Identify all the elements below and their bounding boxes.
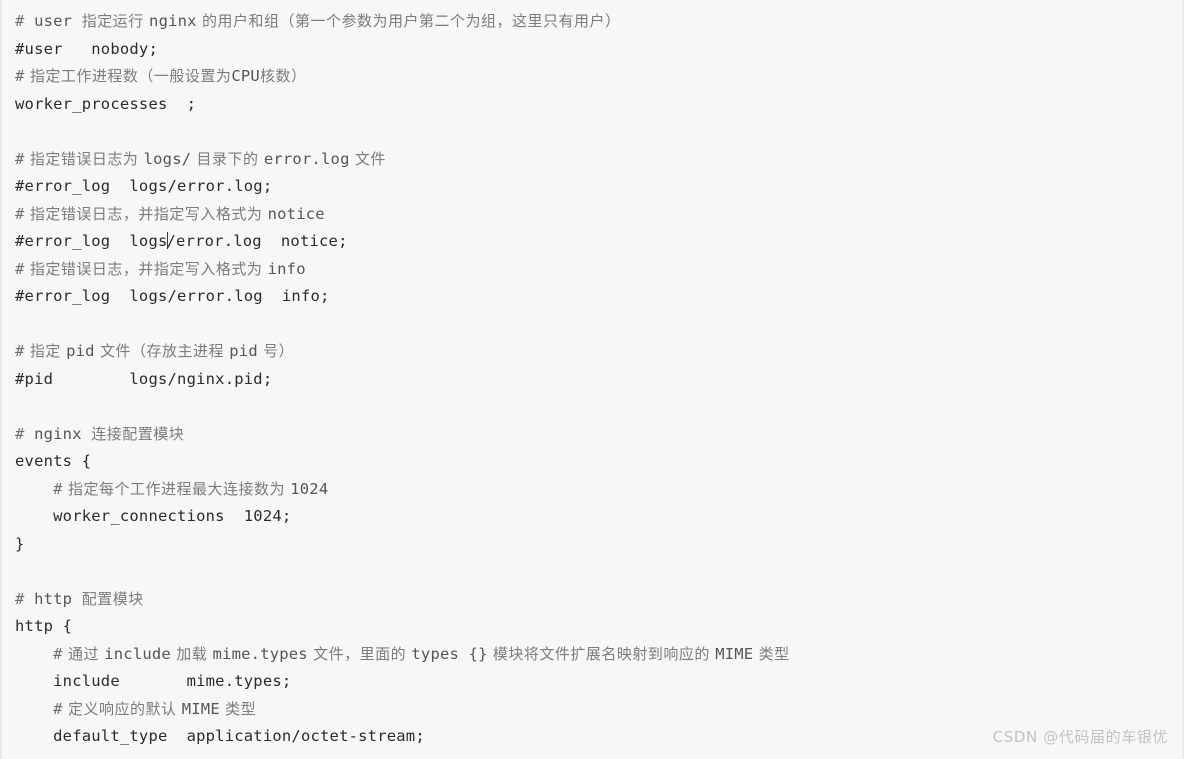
- comment-text: 号）: [257, 342, 295, 360]
- comment-hash: #: [15, 589, 25, 608]
- code-line: #error_log logs/error.log;: [15, 173, 1182, 201]
- code-text: }: [15, 534, 25, 553]
- code-text: worker_processes ;: [15, 94, 197, 113]
- code-text: notice: [267, 204, 325, 223]
- code-text: #error_log logs/error.log notice;: [15, 232, 348, 250]
- comment-text: 通过: [62, 644, 105, 663]
- code-line: # 指定错误日志为 logs/ 目录下的 error.log 文件: [15, 146, 1182, 174]
- code-text: http {: [15, 617, 73, 635]
- comment-text: 指定: [24, 342, 67, 360]
- code-content[interactable]: # user 指定运行 nginx 的用户和组（第一个参数为用户第二个为组，这里…: [2, 0, 1182, 751]
- comment-hash: #: [15, 67, 25, 85]
- code-text: #user nobody;: [15, 39, 158, 58]
- comment-hash: #: [15, 424, 25, 443]
- comment-text: 指定错误日志为: [24, 149, 144, 168]
- watermark: CSDN @代码届的车银优: [992, 727, 1168, 746]
- code-line: # nginx 连接配置模块: [15, 421, 1182, 449]
- code-text: user: [24, 12, 82, 30]
- comment-hash: #: [15, 12, 25, 30]
- comment-text: 模块将文件扩展名映射到响应的: [487, 644, 716, 663]
- comment-text: 指定错误日志，并指定写入格式为: [24, 259, 268, 278]
- comment-text: 配置模块: [81, 589, 144, 608]
- code-text: events {: [15, 452, 92, 470]
- code-line: # 指定错误日志，并指定写入格式为 notice: [15, 201, 1182, 229]
- comment-text: 指定错误日志，并指定写入格式为: [24, 204, 268, 223]
- code-line: # http 配置模块: [15, 586, 1182, 614]
- code-line: # user 指定运行 nginx 的用户和组（第一个参数为用户第二个为组，这里…: [15, 8, 1182, 36]
- code-line: #user nobody;: [15, 36, 1182, 64]
- code-text: http: [24, 589, 82, 608]
- code-line: include mime.types;: [15, 668, 1182, 696]
- code-line: # 定义响应的默认 MIME 类型: [15, 696, 1182, 724]
- code-line: #error_log logs/error.log notice;: [15, 228, 1182, 256]
- comment-text: 连接配置模块: [91, 424, 185, 443]
- code-line: worker_connections 1024;: [15, 503, 1182, 531]
- code-text: default_type application/octet-stream;: [15, 727, 425, 745]
- comment-hash: #: [15, 342, 25, 360]
- comment-text: 指定工作进程数（一般设置为: [24, 67, 232, 85]
- code-text: logs/: [143, 149, 192, 168]
- code-line: # 指定 pid 文件（存放主进程 pid 号）: [15, 338, 1182, 366]
- comment-text: 文件: [349, 149, 386, 168]
- code-text: nginx: [149, 12, 197, 30]
- code-text: pid: [66, 342, 95, 360]
- comment-text: 的用户和组（第一个参数为用户第二个为组，这里只有用户）: [196, 12, 621, 30]
- code-line: # 指定工作进程数（一般设置为CPU核数）: [15, 63, 1182, 91]
- comment-text: 核数）: [259, 67, 307, 85]
- code-text: info: [267, 259, 306, 278]
- code-text: CPU: [231, 67, 260, 85]
- code-text: error.log: [263, 149, 350, 168]
- code-text: #error_log logs/error.log;: [15, 177, 273, 195]
- code-text: MIME: [181, 699, 220, 718]
- comment-hash: #: [53, 644, 63, 663]
- comment-text: 指定运行: [81, 12, 150, 30]
- code-line: # 指定每个工作进程最大连接数为 1024: [15, 476, 1182, 504]
- code-text: include mime.types;: [15, 672, 292, 690]
- code-text: 1024: [290, 479, 329, 498]
- code-text: nginx: [24, 424, 92, 443]
- comment-text: 类型: [219, 699, 257, 718]
- code-line: #error_log logs/error.log info;: [15, 283, 1182, 311]
- comment-hash: #: [15, 204, 25, 223]
- code-line: # 通过 include 加载 mime.types 文件，里面的 types …: [15, 641, 1182, 669]
- comment-text: 加载: [170, 644, 213, 663]
- comment-hash: #: [53, 699, 63, 718]
- comment-hash: #: [53, 479, 63, 498]
- code-text: #pid logs/nginx.pid;: [15, 369, 273, 388]
- code-text: include: [104, 644, 171, 663]
- code-text: types {}: [411, 644, 488, 663]
- code-line: events {: [15, 448, 1182, 476]
- code-line: #pid logs/nginx.pid;: [15, 366, 1182, 394]
- comment-hash: #: [15, 149, 25, 168]
- comment-text: 指定每个工作进程最大连接数为: [62, 479, 291, 498]
- comment-text: 目录下的: [191, 149, 264, 168]
- code-text: worker_connections 1024;: [15, 507, 292, 525]
- code-text: pid: [229, 342, 258, 360]
- comment-hash: #: [15, 259, 25, 278]
- code-text: #error_log logs/error.log info;: [15, 287, 330, 305]
- comment-text: 文件（存放主进程: [94, 342, 230, 360]
- comment-text: 定义响应的默认: [62, 699, 182, 718]
- code-line: worker_processes ;: [15, 91, 1182, 119]
- code-line: # 指定错误日志，并指定写入格式为 info: [15, 256, 1182, 284]
- code-line: }: [15, 531, 1182, 559]
- comment-text: 文件，里面的: [307, 644, 412, 663]
- code-line: http {: [15, 613, 1182, 641]
- code-text: mime.types: [212, 644, 308, 663]
- comment-text: 类型: [753, 644, 790, 663]
- code-text: MIME: [715, 644, 754, 663]
- code-viewer[interactable]: # user 指定运行 nginx 的用户和组（第一个参数为用户第二个为组，这里…: [0, 0, 1184, 759]
